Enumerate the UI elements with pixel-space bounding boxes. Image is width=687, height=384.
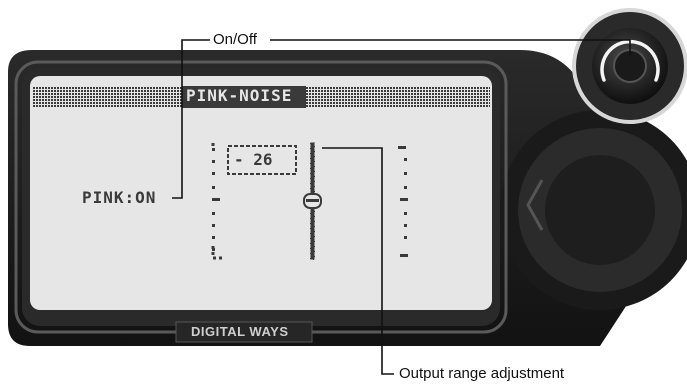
output-range-callout: Output range adjustment [396,365,568,383]
device-diagram: PINK-NOISE PINK:ON - 26 DIGITAL WAYS On/… [0,0,687,384]
rotary-knob-icon[interactable] [572,8,687,124]
slider-handle-icon[interactable] [303,193,322,209]
display-title: PINK-NOISE [186,86,293,105]
on-off-callout: On/Off [210,31,260,49]
pink-status: PINK:ON [82,188,157,207]
brand-label: DIGITAL WAYS [191,324,289,339]
level-value: - 26 [234,150,273,169]
